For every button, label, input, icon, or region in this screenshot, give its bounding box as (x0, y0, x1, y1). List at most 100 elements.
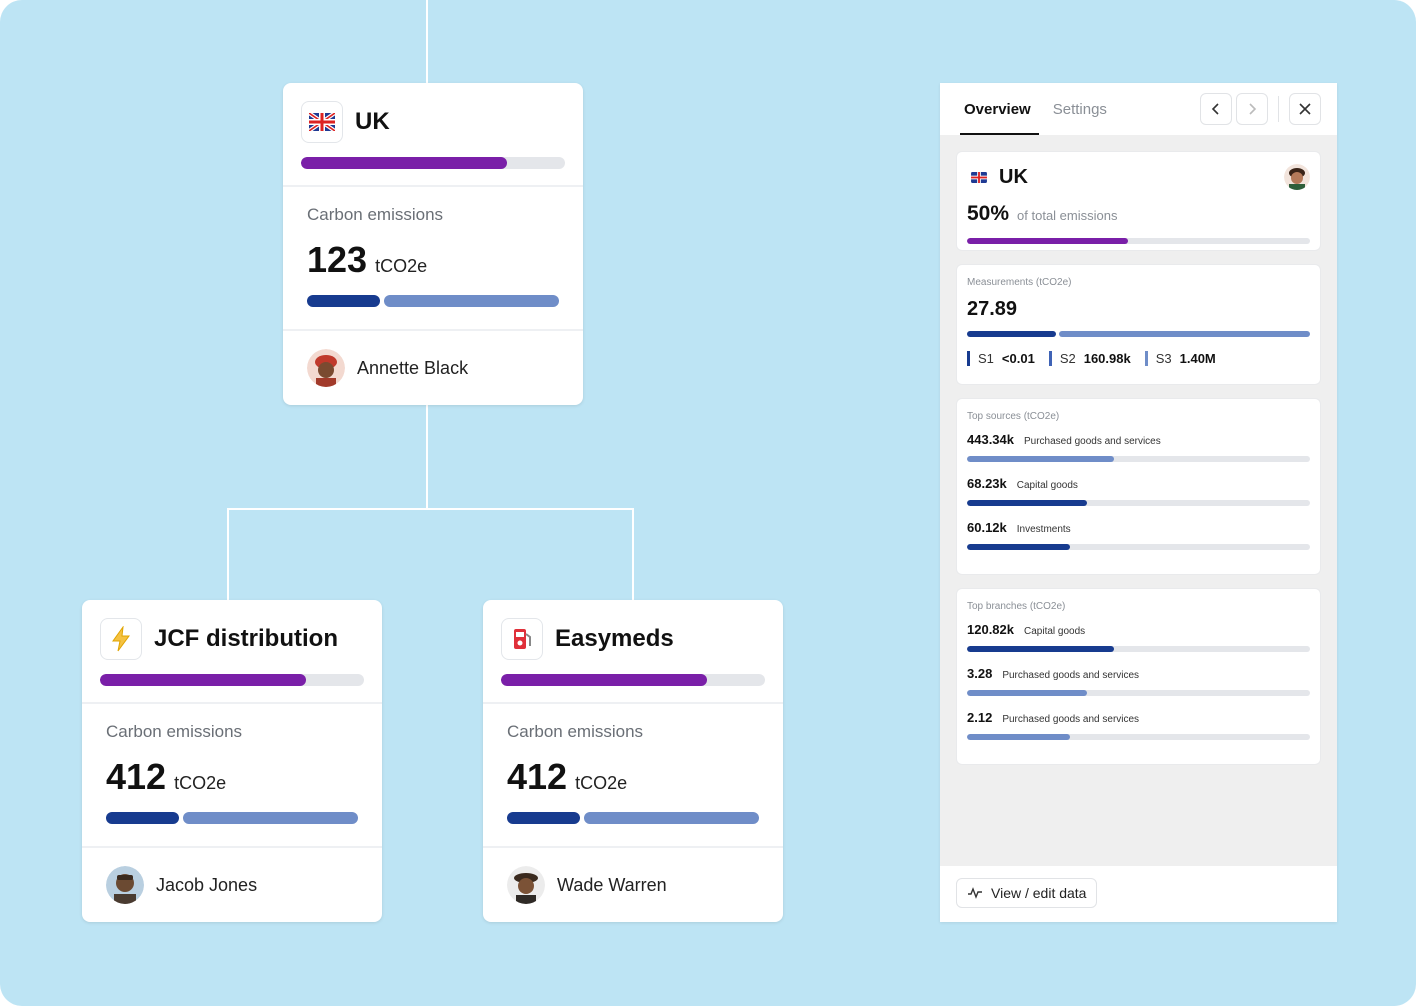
connector-line (227, 508, 229, 600)
previous-button[interactable] (1200, 93, 1232, 125)
avatar (1284, 164, 1310, 190)
scope-1: S1 <0.01 (967, 351, 1035, 366)
branch-bar (967, 646, 1310, 652)
connector-line (426, 405, 428, 509)
split-bar-light-segment (1059, 331, 1310, 337)
owner-name: Annette Black (357, 357, 469, 378)
source-value: 60.12k (967, 520, 1007, 535)
emissions-split-bar (307, 295, 559, 307)
owner-name: Jacob Jones (156, 874, 258, 895)
tab-overview[interactable]: Overview (960, 83, 1039, 135)
scope-value: <0.01 (1001, 351, 1035, 366)
source-bar-fill (967, 500, 1088, 506)
avatar (106, 866, 144, 904)
entity-card-jcf-distribution[interactable]: JCF distribution Carbon emissions 412 tC… (82, 600, 382, 922)
source-bar (967, 544, 1310, 550)
branch-item[interactable]: 120.82k Capital goods (967, 622, 1310, 652)
entity-title: JCF distribution (154, 625, 338, 652)
top-branches-label: Top branches (tCO2e) (967, 601, 1066, 612)
view-edit-data-label: View / edit data (991, 885, 1087, 901)
split-bar-dark-segment (967, 331, 1057, 337)
share-progress-bar (100, 674, 364, 686)
emissions-unit: tCO2e (375, 256, 428, 276)
source-bar-fill (967, 544, 1070, 550)
top-sources-label: Top sources (tCO2e) (967, 411, 1060, 422)
emissions-value: 412 (507, 756, 568, 797)
chevron-right-icon (1249, 103, 1257, 115)
total-share-progress-bar (967, 238, 1310, 244)
scope-name: S3 (1155, 351, 1172, 366)
scope-3: S3 1.40M (1144, 351, 1216, 366)
share-progress-fill (501, 674, 707, 686)
branch-bar (967, 734, 1310, 740)
uk-flag-icon (967, 168, 991, 186)
panel-header: Overview Settings (940, 83, 1337, 135)
source-label: Purchased goods and services (1024, 436, 1161, 447)
connector-line (426, 0, 428, 83)
emissions-unit: tCO2e (174, 773, 227, 793)
branch-value: 2.12 (967, 710, 993, 725)
source-item[interactable]: 60.12k Investments (967, 520, 1310, 550)
branch-item[interactable]: 2.12 Purchased goods and services (967, 710, 1310, 740)
share-progress-fill (301, 157, 507, 169)
branch-bar-fill (967, 734, 1070, 740)
branch-label: Capital goods (1024, 626, 1086, 637)
share-progress-bar (501, 674, 765, 686)
entity-card-uk[interactable]: UK Carbon emissions 123 tCO2e Annette Bl… (283, 83, 583, 405)
branch-label: Purchased goods and services (1002, 670, 1140, 681)
fuel-pump-icon (501, 618, 543, 660)
detail-panel: Overview Settings UK 50% of total emissi… (940, 83, 1337, 922)
emissions-value: 123 (307, 239, 368, 280)
split-bar-dark-segment (307, 295, 381, 307)
emissions-label: Carbon emissions (507, 722, 644, 741)
scope-2: S2 160.98k (1048, 351, 1131, 366)
uk-flag-icon (301, 101, 343, 143)
entity-title: UK (355, 108, 390, 135)
owner-name: Wade Warren (557, 874, 667, 895)
source-value: 443.34k (967, 432, 1014, 447)
emissions-unit: tCO2e (575, 773, 628, 793)
emissions-label: Carbon emissions (106, 722, 243, 741)
branch-item[interactable]: 3.28 Purchased goods and services (967, 666, 1310, 696)
top-sources-box: Top sources (tCO2e) 443.34k Purchased go… (956, 398, 1321, 575)
source-label: Capital goods (1016, 480, 1078, 491)
percent-of-total: 50% (967, 202, 1010, 225)
entity-title: Easymeds (555, 625, 674, 652)
split-bar-light-segment (384, 295, 559, 307)
measurements-label: Measurements (tCO2e) (967, 277, 1072, 288)
entity-card-easymeds[interactable]: Easymeds Carbon emissions 412 tCO2e Wade… (483, 600, 783, 922)
divider (1278, 96, 1279, 122)
emissions-split-bar (106, 812, 358, 824)
connector-line (227, 508, 634, 510)
source-bar (967, 456, 1310, 462)
source-bar-fill (967, 456, 1115, 462)
tab-settings[interactable]: Settings (1053, 83, 1107, 135)
split-bar-dark-segment (106, 812, 180, 824)
activity-icon (968, 887, 982, 899)
branch-bar (967, 690, 1310, 696)
scope-value: 1.40M (1179, 351, 1216, 366)
source-item[interactable]: 68.23k Capital goods (967, 476, 1310, 506)
measurements-value: 27.89 (967, 298, 1018, 320)
source-item[interactable]: 443.34k Purchased goods and services (967, 432, 1310, 462)
source-value: 68.23k (967, 476, 1007, 491)
branch-value: 3.28 (967, 666, 993, 681)
branch-bar-fill (967, 646, 1115, 652)
overview-summary-box: UK 50% of total emissions (956, 151, 1321, 251)
split-bar-light-segment (584, 812, 759, 824)
view-edit-data-button[interactable]: View / edit data (956, 878, 1098, 908)
emissions-value: 412 (106, 756, 167, 797)
source-bar (967, 500, 1310, 506)
branch-label: Purchased goods and services (1002, 714, 1140, 725)
lightning-icon (100, 618, 142, 660)
connector-line (632, 508, 634, 600)
next-button[interactable] (1236, 93, 1268, 125)
scope-name: S2 (1059, 351, 1076, 366)
panel-footer: View / edit data (940, 866, 1337, 922)
scope-value: 160.98k (1083, 351, 1131, 366)
close-button[interactable] (1289, 93, 1321, 125)
emissions-split-bar (507, 812, 759, 824)
measurements-split-bar (967, 331, 1310, 337)
org-chart-canvas: UK Carbon emissions 123 tCO2e Annette Bl… (0, 0, 1416, 1006)
emissions-label: Carbon emissions (307, 205, 444, 224)
